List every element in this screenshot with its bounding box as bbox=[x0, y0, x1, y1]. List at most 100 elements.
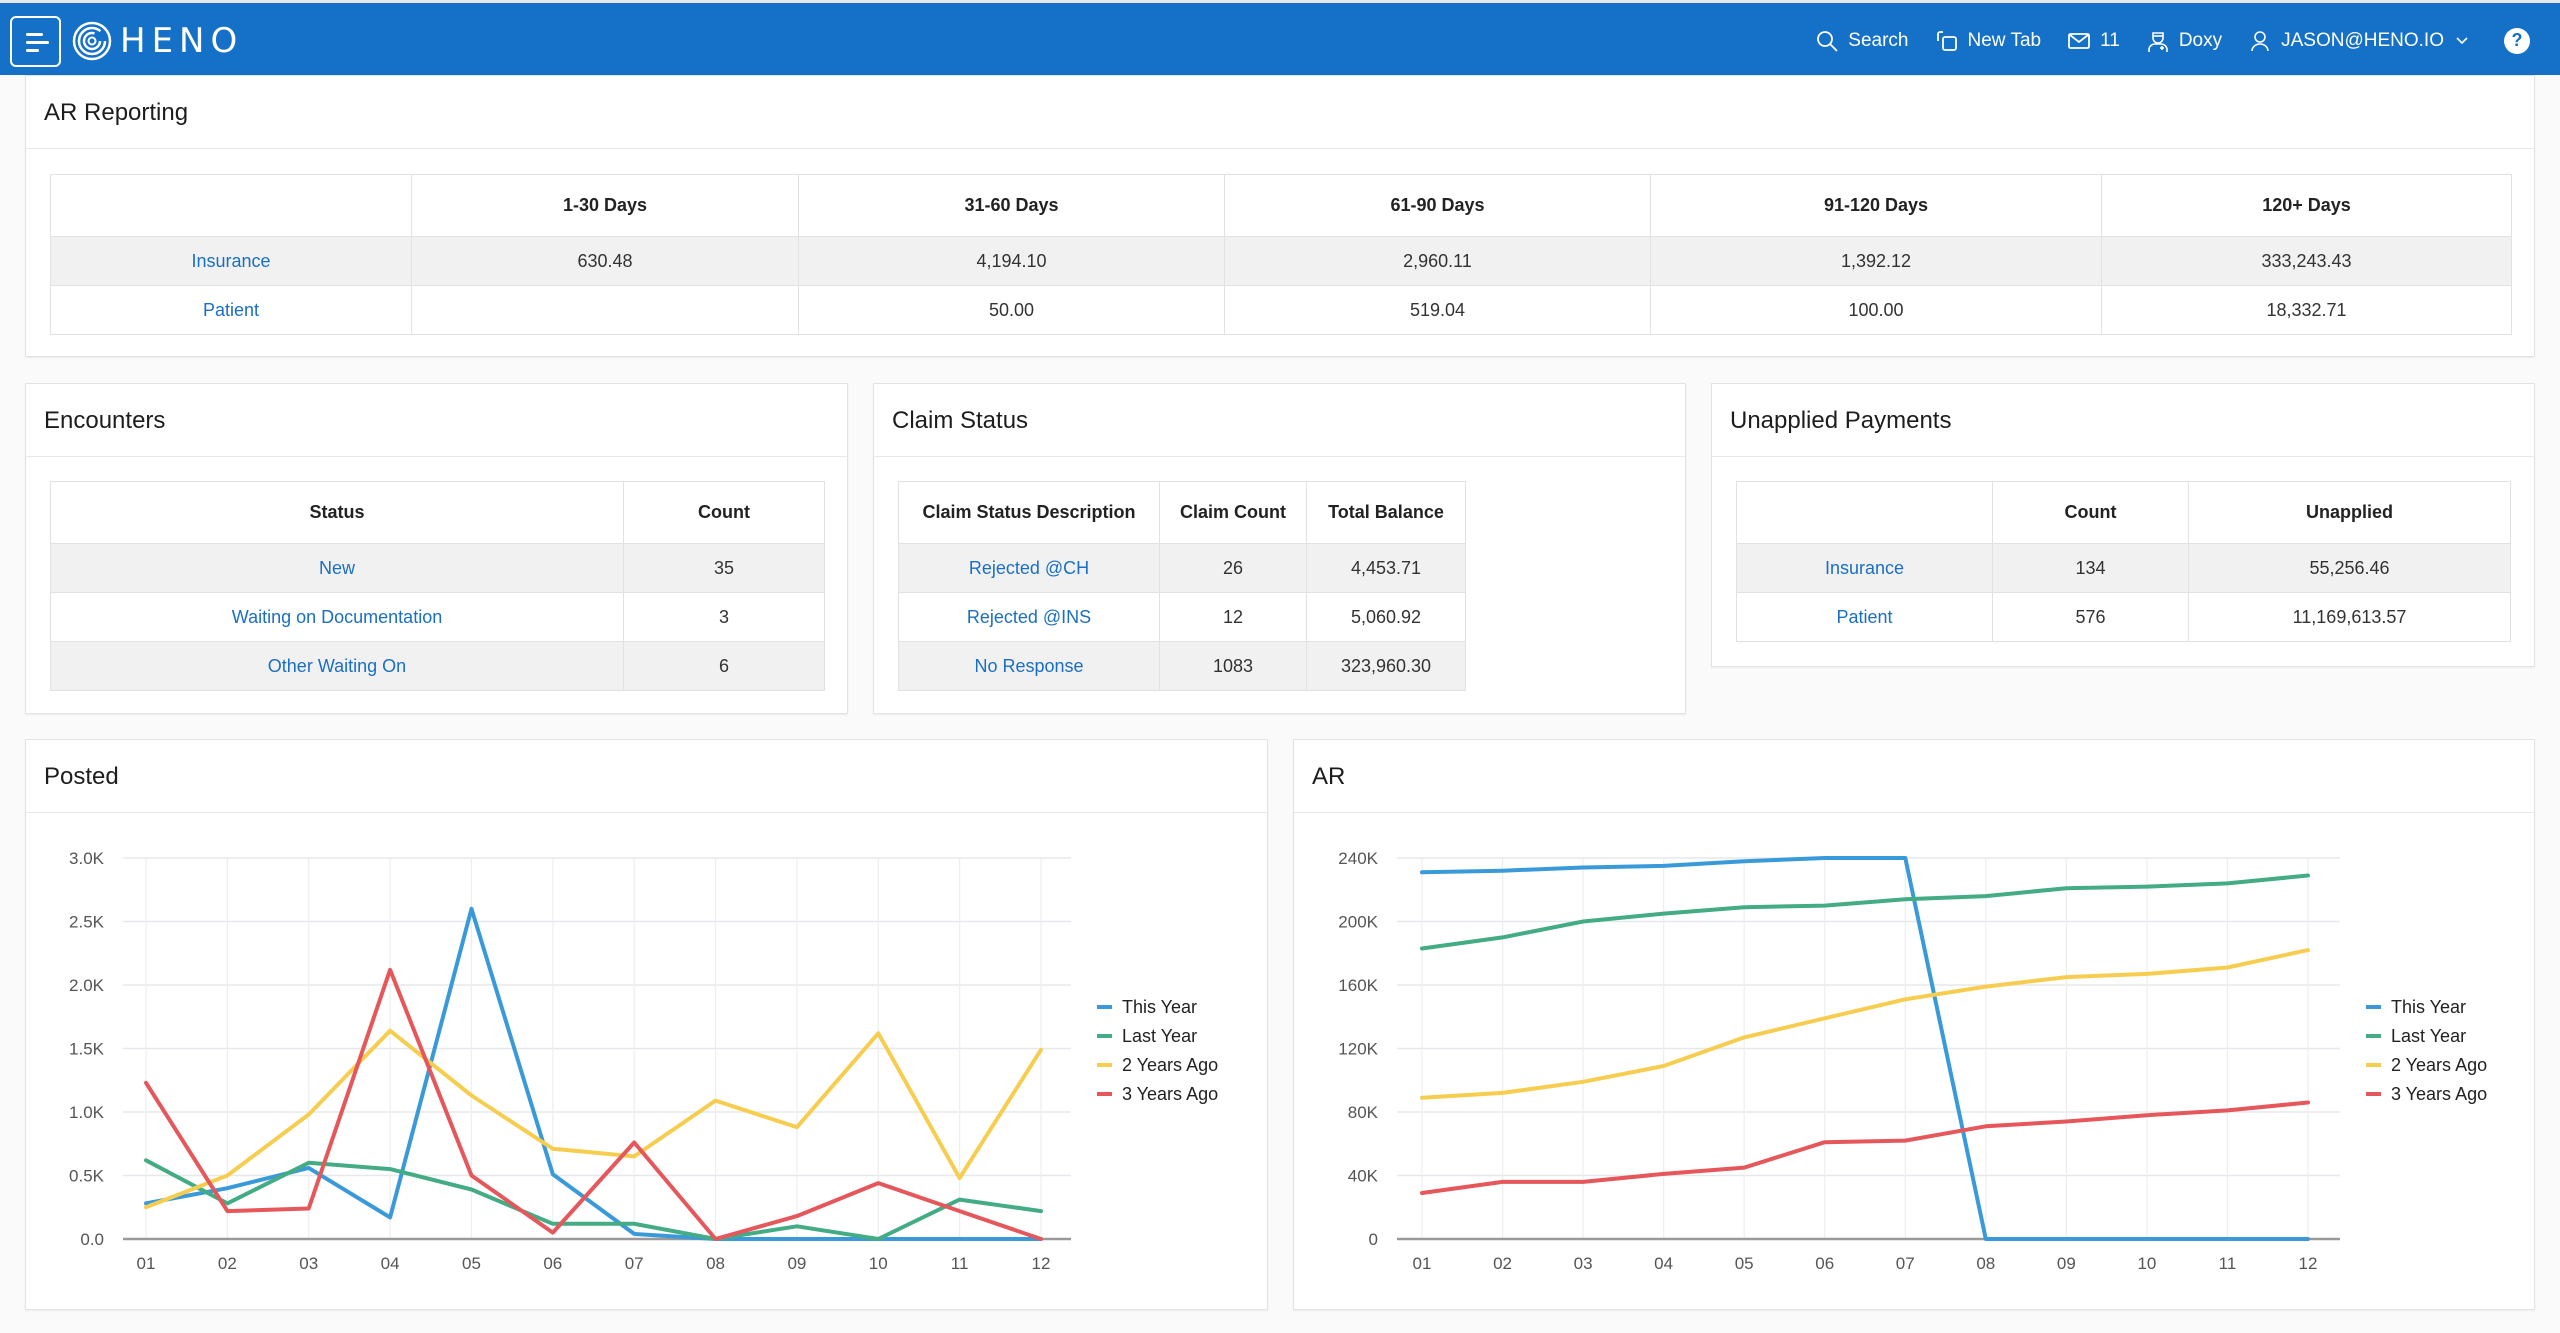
user-icon bbox=[2251, 30, 2269, 51]
table-cell: 519.04 bbox=[1224, 285, 1651, 335]
status-link[interactable]: New bbox=[50, 543, 624, 593]
x-tick-label: 12 bbox=[2299, 1254, 2318, 1273]
series-line-3-years-ago[interactable] bbox=[1420, 1100, 2310, 1195]
column-header: Claim Status Description bbox=[898, 481, 1160, 544]
column-header: 120+ Days bbox=[2101, 174, 2512, 237]
table-row: Other Waiting On 6 bbox=[50, 641, 825, 691]
table-cell: 18,332.71 bbox=[2101, 285, 2512, 335]
table-cell: 50.00 bbox=[798, 285, 1225, 335]
ar-reporting-table: 1-30 Days 31-60 Days 61-90 Days 91-120 D… bbox=[50, 174, 2512, 335]
table-cell: 26 bbox=[1159, 543, 1307, 593]
help-button[interactable]: ? bbox=[2504, 27, 2530, 54]
row-label-link[interactable]: Patient bbox=[1736, 592, 1993, 642]
menu-line bbox=[26, 33, 43, 36]
top-nav-bar: HENO Search New Tab 11 Doxy JASON@HENO.I… bbox=[0, 0, 2560, 75]
encounters-panel: Encounters Status Count New 35 Waiting o… bbox=[25, 383, 848, 714]
y-tick-label: 200K bbox=[1338, 913, 1378, 932]
series-line-2-years-ago[interactable] bbox=[1420, 948, 2310, 1100]
legend-swatch bbox=[1097, 1092, 1112, 1096]
legend-item[interactable]: This Year bbox=[2391, 997, 2466, 1017]
table-cell: 630.48 bbox=[411, 236, 799, 286]
claim-status-link[interactable]: Rejected @INS bbox=[898, 592, 1160, 642]
table-cell: 4,194.10 bbox=[798, 236, 1225, 286]
claim-status-table: Claim Status Description Claim Count Tot… bbox=[898, 481, 1466, 691]
new-tab-button[interactable]: New Tab bbox=[1935, 29, 2042, 53]
column-header: Status bbox=[50, 481, 624, 544]
legend-item[interactable]: 3 Years Ago bbox=[1122, 1084, 1218, 1104]
legend-item[interactable]: This Year bbox=[1122, 997, 1197, 1017]
search-button[interactable]: Search bbox=[1815, 29, 1909, 53]
x-tick-label: 03 bbox=[1574, 1254, 1593, 1273]
row-label-link[interactable]: Insurance bbox=[1736, 543, 1993, 593]
table-cell: 4,453.71 bbox=[1306, 543, 1466, 593]
doxy-button[interactable]: Doxy bbox=[2146, 29, 2222, 53]
table-row: Patient 50.00 519.04 100.00 18,332.71 bbox=[50, 285, 2512, 335]
y-tick-label: 0.5K bbox=[69, 1167, 105, 1186]
status-link[interactable]: Waiting on Documentation bbox=[50, 592, 624, 642]
column-header: Total Balance bbox=[1306, 481, 1466, 544]
table-cell: 3 bbox=[623, 592, 825, 642]
claim-status-link[interactable]: Rejected @CH bbox=[898, 543, 1160, 593]
x-tick-label: 05 bbox=[462, 1254, 481, 1273]
table-header-row: Claim Status Description Claim Count Tot… bbox=[898, 481, 1466, 544]
menu-toggle-button[interactable] bbox=[10, 16, 61, 67]
x-tick-label: 09 bbox=[787, 1254, 806, 1273]
table-row: Rejected @INS 12 5,060.92 bbox=[898, 592, 1466, 642]
status-link[interactable]: Other Waiting On bbox=[50, 641, 624, 691]
ar-chart-panel: AR 0 40K 80K 120K 160K 200K 240K 01 02 03 04 05 06 07… bbox=[1293, 739, 2535, 1310]
table-row: Insurance 630.48 4,194.10 2,960.11 1,392… bbox=[50, 236, 2512, 286]
series-line-3-years-ago[interactable] bbox=[144, 967, 1043, 1241]
messages-button[interactable]: 11 bbox=[2067, 29, 2120, 53]
x-tick-label: 07 bbox=[1896, 1254, 1915, 1273]
x-tick-label: 05 bbox=[1735, 1254, 1754, 1273]
table-cell: 333,243.43 bbox=[2101, 236, 2512, 286]
panel-title: Unapplied Payments bbox=[1712, 384, 2534, 457]
legend-item[interactable]: 2 Years Ago bbox=[1122, 1055, 1218, 1075]
column-header: 91-120 Days bbox=[1650, 174, 2102, 237]
table-cell: 55,256.46 bbox=[2188, 543, 2511, 593]
legend-item[interactable]: 3 Years Ago bbox=[2391, 1084, 2487, 1104]
series-line-last-year[interactable] bbox=[1420, 873, 2310, 951]
legend-item[interactable]: 2 Years Ago bbox=[2391, 1055, 2487, 1075]
table-row: Patient 576 11,169,613.57 bbox=[1736, 592, 2511, 642]
table-cell: 2,960.11 bbox=[1224, 236, 1651, 286]
legend-swatch bbox=[2366, 1034, 2381, 1038]
x-tick-label: 12 bbox=[1032, 1254, 1051, 1273]
doctor-icon bbox=[2148, 31, 2168, 52]
legend-item[interactable]: Last Year bbox=[1122, 1026, 1197, 1046]
user-menu[interactable]: JASON@HENO.IO bbox=[2248, 29, 2470, 53]
x-tick-label: 09 bbox=[2057, 1254, 2076, 1273]
mail-icon bbox=[2068, 32, 2090, 49]
menu-line bbox=[26, 41, 49, 44]
y-tick-label: 0.0 bbox=[80, 1230, 104, 1249]
x-tick-label: 02 bbox=[1493, 1254, 1512, 1273]
unapplied-payments-table: Count Unapplied Insurance 134 55,256.46 … bbox=[1736, 481, 2511, 642]
legend-swatch bbox=[1097, 1063, 1112, 1067]
brand-logo[interactable]: HENO bbox=[72, 21, 243, 61]
y-tick-label: 80K bbox=[1348, 1103, 1379, 1122]
x-tick-label: 06 bbox=[543, 1254, 562, 1273]
new-tab-label: New Tab bbox=[1967, 29, 2042, 51]
legend-item[interactable]: Last Year bbox=[2391, 1026, 2466, 1046]
ar-reporting-panel: AR Reporting 1-30 Days 31-60 Days 61-90 … bbox=[25, 75, 2535, 357]
y-tick-label: 2.5K bbox=[69, 913, 105, 932]
table-cell: 323,960.30 bbox=[1306, 641, 1466, 691]
x-tick-label: 02 bbox=[218, 1254, 237, 1273]
column-header: 1-30 Days bbox=[411, 174, 799, 237]
posted-chart-panel: Posted 0.0 0.5K 1.0K 1.5K 2.0K 2.5K 3.0K 01 02 03… bbox=[25, 739, 1268, 1310]
y-tick-label: 2.0K bbox=[69, 976, 105, 995]
table-cell: 1,392.12 bbox=[1650, 236, 2102, 286]
y-tick-label: 160K bbox=[1338, 976, 1378, 995]
x-tick-label: 03 bbox=[299, 1254, 318, 1273]
table-cell: 5,060.92 bbox=[1306, 592, 1466, 642]
claim-status-link[interactable]: No Response bbox=[898, 641, 1160, 691]
row-label-link[interactable]: Patient bbox=[50, 285, 412, 335]
column-header: 31-60 Days bbox=[798, 174, 1225, 237]
header-nav: Search New Tab 11 Doxy JASON@HENO.IO ? bbox=[1789, 3, 2530, 78]
x-tick-label: 01 bbox=[1413, 1254, 1432, 1273]
series-line-last-year[interactable] bbox=[144, 1158, 1043, 1241]
table-cell: 134 bbox=[1992, 543, 2189, 593]
table-cell: 576 bbox=[1992, 592, 2189, 642]
row-label-link[interactable]: Insurance bbox=[50, 236, 412, 286]
series-line-2-years-ago[interactable] bbox=[144, 1028, 1043, 1210]
